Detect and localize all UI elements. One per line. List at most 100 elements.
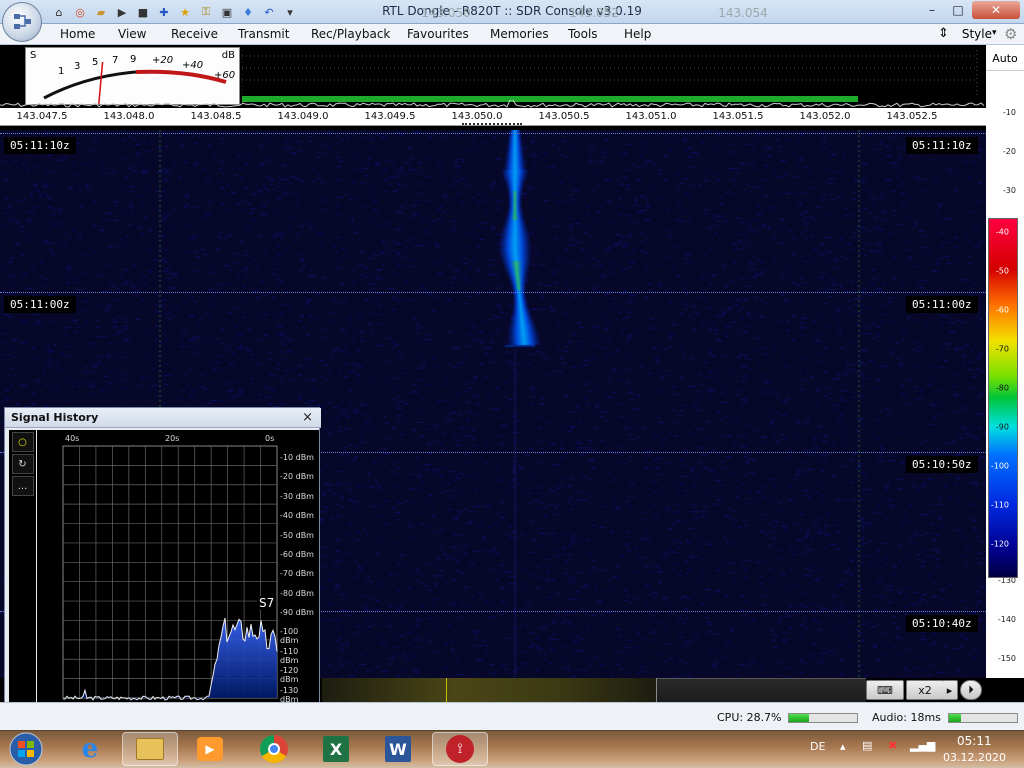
tray-expand-icon[interactable]: ▴ — [840, 740, 846, 753]
cpu-progress — [788, 713, 858, 723]
db-scale-label: -150 — [997, 654, 1016, 663]
fast-forward-icon: ⏵ — [968, 683, 974, 696]
start-button[interactable] — [6, 732, 46, 766]
freq-tick-label: 143.050.0 — [451, 111, 503, 122]
y-axis-label: -100 dBm — [280, 627, 299, 646]
s-scale-plus60: +60 — [214, 70, 236, 81]
time-grid-line — [0, 292, 986, 293]
refresh-button[interactable]: ↻ — [11, 454, 34, 474]
menu-rec-playback[interactable]: Rec/Playback — [311, 27, 390, 41]
s-scale-3: 3 — [74, 61, 81, 72]
auto-button[interactable]: Auto — [986, 47, 1024, 71]
taskbar-excel[interactable]: X — [308, 732, 364, 766]
minimize-button[interactable]: – — [920, 1, 944, 19]
menu-view[interactable]: View — [118, 27, 146, 41]
signal-history-panel: Signal History × ○ ↻ ... 40s20s0s40s20s0… — [4, 407, 321, 720]
audio-progress — [948, 713, 1018, 723]
menu-bar: Home View Receive Transmit Rec/Playback … — [0, 24, 1024, 45]
db-scale-label: -10 — [1002, 108, 1016, 117]
time-label-right: 05:11:00z — [906, 296, 978, 313]
y-axis-label: -130 dBm — [280, 685, 299, 704]
taskbar-internet-explorer[interactable]: e — [62, 732, 118, 766]
taskbar-word[interactable]: W — [370, 732, 426, 766]
style-toggle-icon[interactable]: ⇕ — [938, 26, 949, 41]
more-button[interactable]: ... — [11, 476, 34, 496]
x-axis-top-label: 20s — [165, 434, 180, 443]
colorbar-db-label: -80 — [995, 383, 1009, 393]
tray-network-error-icon[interactable]: ✖ — [888, 739, 897, 752]
keyboard-button[interactable]: ⌨ — [866, 680, 904, 700]
overview-separator — [656, 678, 657, 702]
tray-signal-icon[interactable]: ▂▄▆ — [910, 739, 935, 752]
menu-help[interactable]: Help — [624, 27, 651, 41]
keyboard-icon: ⌨ — [877, 683, 893, 697]
time-label-right: 05:10:40z — [906, 615, 978, 632]
taskbar-file-explorer[interactable] — [122, 732, 178, 766]
time-label-left: 05:11:00z — [4, 296, 76, 313]
settings-gear-icon[interactable]: ⚙ — [1004, 25, 1017, 43]
window-title: RTL Dongle - R820T :: SDR Console v3.0.1… — [382, 4, 642, 18]
y-axis-label: -20 dBm — [280, 472, 314, 482]
style-menu[interactable]: Style — [962, 27, 992, 41]
s-scale-plus40: +40 — [182, 60, 204, 71]
frequency-scale[interactable]: 143.047.5 143.048.0 143.048.5 143.049.0 143.… — [0, 108, 986, 126]
maximize-button[interactable]: □ — [946, 1, 970, 19]
s-scale-1: 1 — [58, 66, 65, 77]
bottom-controls: ⌨ x2 ▸ ⏵ — [866, 678, 986, 702]
media-player-icon: ▶ — [197, 737, 223, 761]
record-button[interactable]: ○ — [11, 432, 34, 452]
taskbar-sdr-console[interactable]: ⟟ — [432, 732, 488, 766]
close-button[interactable]: ✕ — [972, 1, 1020, 19]
system-tray: DE ▴ ▤ ✖ ▂▄▆ 05:11 03.12.2020 — [800, 730, 1024, 768]
menu-memories[interactable]: Memories — [490, 27, 549, 41]
s-scale-5: 5 — [92, 57, 99, 68]
zoom-next-button[interactable]: ▸ — [942, 680, 958, 700]
colorbar-db-label: -60 — [995, 305, 1009, 315]
overview-freq-label: 143.052 — [569, 6, 619, 20]
s-scale-7: 7 — [112, 55, 119, 66]
freq-tick-label: 143.049.0 — [277, 111, 329, 122]
spectrum-noise-trace — [0, 100, 985, 108]
signal-history-title: Signal History — [5, 408, 321, 428]
signal-history-toolbar: ○ ↻ ... — [9, 430, 36, 720]
style-dropdown-icon[interactable]: ▾ — [992, 28, 997, 38]
y-axis-label: -70 dBm — [280, 569, 314, 579]
taskbar-chrome[interactable] — [246, 732, 302, 766]
signal-history-chart — [62, 445, 278, 701]
time-label-left: 05:11:10z — [4, 137, 76, 154]
time-label-right: 05:11:10z — [906, 137, 978, 154]
colorbar-db-label: -90 — [995, 422, 1009, 432]
menu-tools[interactable]: Tools — [568, 27, 598, 41]
windows-start-icon — [9, 732, 43, 766]
colorbar-db-label: -50 — [995, 266, 1009, 276]
signal-history-plot: 40s20s0s40s20s0s-10 dBm-20 dBm-30 dBm-40… — [37, 430, 319, 716]
status-bar: CPU: 28.7% Audio: 18ms — [0, 702, 1024, 730]
tray-flag-icon[interactable]: ▤ — [862, 739, 872, 752]
file-explorer-icon — [136, 738, 164, 760]
freq-tick-label: 143.051.0 — [625, 111, 677, 122]
db-scale-label: -140 — [997, 615, 1016, 624]
fast-forward-button[interactable]: ⏵ — [960, 680, 982, 700]
freq-tick-label: 143.048.0 — [103, 111, 155, 122]
audio-progress-fill — [949, 714, 962, 722]
spectrum-grid — [242, 50, 978, 98]
close-icon[interactable]: × — [302, 410, 313, 425]
application-menu-button[interactable] — [2, 2, 42, 42]
frequency-overview-highlight[interactable] — [322, 678, 656, 702]
y-axis-label: -40 dBm — [280, 511, 314, 521]
language-indicator[interactable]: DE — [810, 740, 825, 753]
tuning-indicator[interactable] — [462, 123, 522, 126]
cpu-usage-text: CPU: 28.7% — [717, 711, 782, 724]
y-axis-label: -30 dBm — [280, 491, 314, 501]
menu-transmit[interactable]: Transmit — [238, 27, 289, 41]
menu-favourites[interactable]: Favourites — [407, 27, 469, 41]
clock-date[interactable]: 03.12.2020 — [943, 751, 1006, 764]
clock-time[interactable]: 05:11 — [957, 734, 992, 748]
zoom-button[interactable]: x2 — [906, 680, 944, 700]
taskbar-media-player[interactable]: ▶ — [182, 732, 238, 766]
menu-receive[interactable]: Receive — [171, 27, 218, 41]
db-scale-label: -20 — [1002, 147, 1016, 156]
waterfall-colorbar[interactable]: -40 -50 -60 -70 -80 -90 -100 -110 -120 — [988, 218, 1018, 578]
menu-home[interactable]: Home — [60, 27, 95, 41]
y-axis-label: -90 dBm — [280, 608, 314, 618]
